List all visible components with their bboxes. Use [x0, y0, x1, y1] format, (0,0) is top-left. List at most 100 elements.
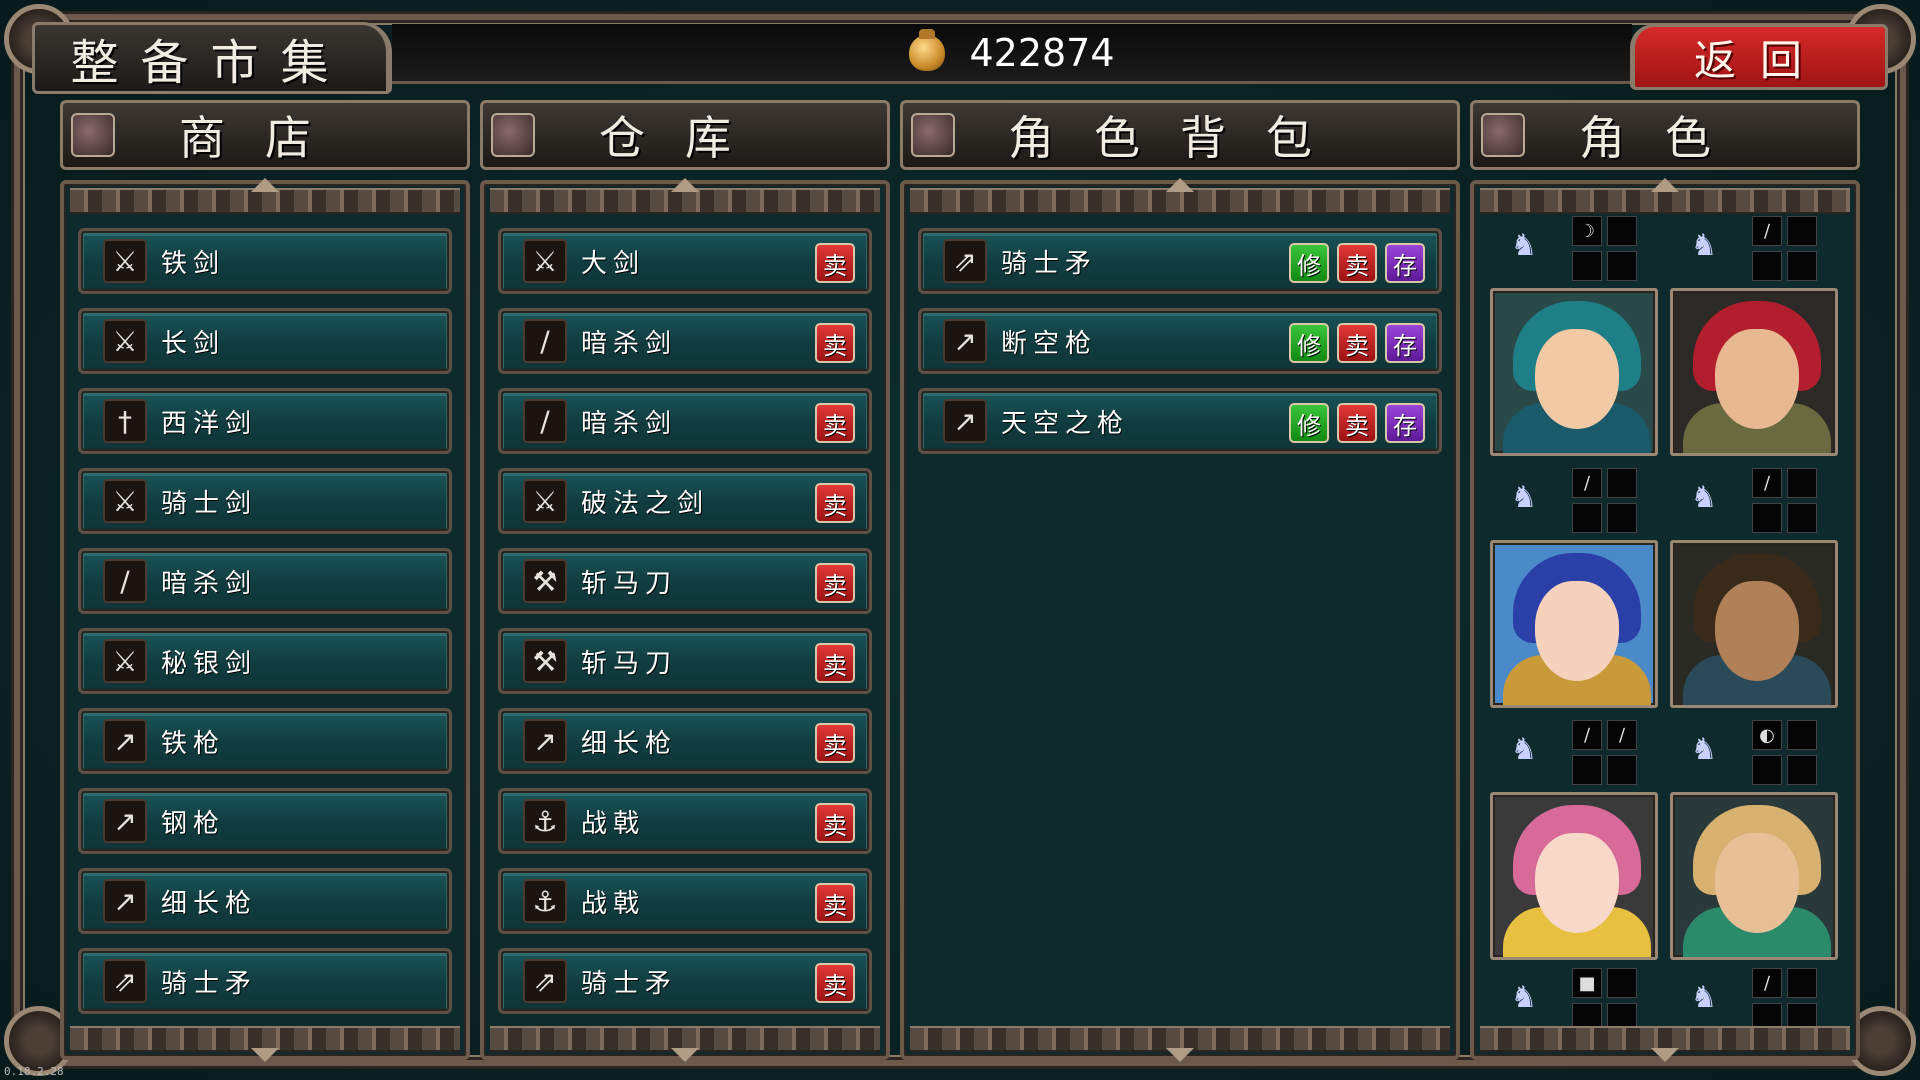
empty-slot[interactable] [1607, 968, 1637, 998]
item-row[interactable]: ⚒ 斩马刀 卖 [498, 628, 872, 694]
empty-slot[interactable] [1752, 251, 1782, 281]
item-name: 细长枪 [581, 728, 678, 759]
store-button[interactable]: 存 [1385, 243, 1425, 283]
empty-slot[interactable] [1752, 755, 1782, 785]
item-row[interactable]: ⇗ 骑士矛 卖 [498, 948, 872, 1014]
sword-slot-icon[interactable]: ∕ [1752, 216, 1782, 246]
sword-slot-icon[interactable]: ∕ [1607, 720, 1637, 750]
sell-button[interactable]: 卖 [815, 963, 855, 1003]
empty-slot[interactable] [1572, 251, 1602, 281]
sell-button[interactable]: 卖 [815, 483, 855, 523]
panel-ornament-top [1480, 178, 1850, 214]
equipment-slots: ◐ [1752, 720, 1817, 785]
unit-sprite-icon[interactable]: ♞ [1684, 972, 1724, 1022]
sword-slot-icon[interactable]: ∕ [1572, 468, 1602, 498]
item-row[interactable]: ⚔ 长剑 [78, 308, 452, 374]
item-row[interactable]: ↗ 细长枪 [78, 868, 452, 934]
item-row[interactable]: ⇗ 骑士矛 修卖存 [918, 228, 1442, 294]
store-button[interactable]: 存 [1385, 323, 1425, 363]
item-row[interactable]: ↗ 断空枪 修卖存 [918, 308, 1442, 374]
item-row[interactable]: ⚓ 战戟 卖 [498, 868, 872, 934]
backpack-header-icon [911, 113, 955, 157]
item-row[interactable]: ∕ 暗杀剑 卖 [498, 308, 872, 374]
empty-slot[interactable] [1787, 216, 1817, 246]
item-row[interactable]: ⇗ 骑士矛 [78, 948, 452, 1014]
bow-slot-icon[interactable]: ☽ [1572, 216, 1602, 246]
sell-button[interactable]: 卖 [815, 403, 855, 443]
sell-button[interactable]: 卖 [815, 883, 855, 923]
empty-slot[interactable] [1787, 720, 1817, 750]
sword-slot-icon[interactable]: ∕ [1752, 968, 1782, 998]
repair-button[interactable]: 修 [1289, 323, 1329, 363]
item-row[interactable]: ⚓ 战戟 卖 [498, 788, 872, 854]
repair-button[interactable]: 修 [1289, 403, 1329, 443]
item-row[interactable]: ⚔ 大剑 卖 [498, 228, 872, 294]
empty-slot[interactable] [1787, 755, 1817, 785]
sell-button[interactable]: 卖 [1337, 323, 1377, 363]
sell-button[interactable]: 卖 [815, 563, 855, 603]
store-button[interactable]: 存 [1385, 403, 1425, 443]
empty-slot[interactable] [1572, 503, 1602, 533]
empty-slot[interactable] [1752, 503, 1782, 533]
sword-slot-icon[interactable]: ∕ [1572, 720, 1602, 750]
sword-icon: ⚔ [103, 239, 147, 283]
empty-slot[interactable] [1607, 503, 1637, 533]
item-name: 斩马刀 [581, 568, 678, 599]
character-portrait-hooded-archer[interactable] [1490, 288, 1658, 456]
unit-sprite-icon[interactable]: ♞ [1684, 472, 1724, 522]
empty-slot[interactable] [1787, 503, 1817, 533]
item-row[interactable]: ∕ 暗杀剑 卖 [498, 388, 872, 454]
unit-sprite-icon[interactable]: ♞ [1684, 220, 1724, 270]
sell-button[interactable]: 卖 [1337, 403, 1377, 443]
halberd-icon: ⚓ [523, 879, 567, 923]
sell-button[interactable]: 卖 [815, 243, 855, 283]
empty-slot[interactable] [1787, 468, 1817, 498]
item-row[interactable]: † 西洋剑 [78, 388, 452, 454]
portrait-face [1715, 833, 1799, 933]
item-actions: 卖 [815, 803, 855, 843]
panel-ornament-bottom [910, 1026, 1450, 1062]
item-row[interactable]: ⚔ 秘银剑 [78, 628, 452, 694]
item-name: 骑士矛 [581, 968, 678, 999]
empty-slot[interactable] [1607, 755, 1637, 785]
unit-sprite-icon[interactable]: ♞ [1684, 724, 1724, 774]
sell-button[interactable]: 卖 [815, 723, 855, 763]
sell-button[interactable]: 卖 [815, 643, 855, 683]
unit-sprite-icon[interactable]: ♞ [1504, 724, 1544, 774]
item-row[interactable]: ⚔ 破法之剑 卖 [498, 468, 872, 534]
character-portrait-blue-haired-pegasus-knight[interactable] [1490, 540, 1658, 708]
character-portrait-red-haired-swordsman[interactable] [1670, 288, 1838, 456]
character-portrait-pirate-captain[interactable] [1670, 540, 1838, 708]
empty-slot[interactable] [1572, 755, 1602, 785]
shield-slot-icon[interactable]: ◐ [1752, 720, 1782, 750]
item-row[interactable]: ↗ 细长枪 卖 [498, 708, 872, 774]
sword-icon: ⚔ [103, 319, 147, 363]
character-portrait-pink-haired-cleric[interactable] [1490, 792, 1658, 960]
item-row[interactable]: ⚔ 骑士剑 [78, 468, 452, 534]
item-row[interactable]: ↗ 钢枪 [78, 788, 452, 854]
item-row[interactable]: ↗ 铁枪 [78, 708, 452, 774]
item-row[interactable]: ⚒ 斩马刀 卖 [498, 548, 872, 614]
sword-slot-icon[interactable]: ∕ [1752, 468, 1782, 498]
empty-slot[interactable] [1607, 216, 1637, 246]
item-row[interactable]: ⚔ 铁剑 [78, 228, 452, 294]
back-button[interactable]: 返回 [1630, 24, 1888, 90]
repair-button[interactable]: 修 [1289, 243, 1329, 283]
item-row[interactable]: ∕ 暗杀剑 [78, 548, 452, 614]
sell-button[interactable]: 卖 [1337, 243, 1377, 283]
empty-slot[interactable] [1787, 968, 1817, 998]
unit-sprite-icon[interactable]: ♞ [1504, 972, 1544, 1022]
sell-button[interactable]: 卖 [815, 323, 855, 363]
unit-sprite-icon[interactable]: ♞ [1504, 472, 1544, 522]
empty-slot[interactable] [1607, 251, 1637, 281]
sell-button[interactable]: 卖 [815, 803, 855, 843]
portrait-face [1715, 329, 1799, 429]
unit-sprite-icon[interactable]: ♞ [1504, 220, 1544, 270]
character-portrait-green-hat-ranger[interactable] [1670, 792, 1838, 960]
empty-slot[interactable] [1787, 251, 1817, 281]
item-actions: 卖 [815, 643, 855, 683]
item-actions: 卖 [815, 243, 855, 283]
tome-slot-icon[interactable]: ■ [1572, 968, 1602, 998]
item-row[interactable]: ↗ 天空之枪 修卖存 [918, 388, 1442, 454]
empty-slot[interactable] [1607, 468, 1637, 498]
